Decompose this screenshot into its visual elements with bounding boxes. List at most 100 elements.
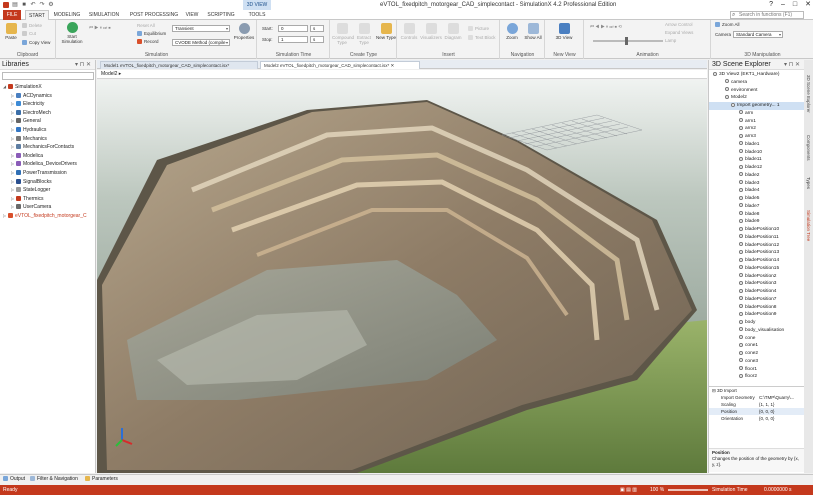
context-tab-3dview[interactable]: 3D VIEW [243,0,271,10]
customize-icon[interactable]: ⚙ [48,2,54,8]
scene-tree-item[interactable]: bladePosition2 [709,273,805,281]
tab-view[interactable]: VIEW [184,10,200,20]
pin-icon[interactable]: ▾ ⊓ ✕ [784,60,800,70]
tab-file[interactable]: FILE [3,10,21,20]
start-time-unit[interactable]: s [310,25,324,32]
search-input[interactable]: ⌕ Search in functions (F1) [730,11,804,19]
scene-tree-item[interactable]: bladePosition14 [709,257,805,265]
scene-tree-item[interactable]: blade1 [709,141,805,149]
library-tree-item[interactable]: ▷ MechanicsForContacts [0,143,96,152]
scene-tree-item[interactable]: bladePosition4 [709,288,805,296]
property-value[interactable]: C:\TMP\Quarry\... [759,394,803,401]
property-value[interactable]: {0, 0, 0} [759,408,803,415]
redo-icon[interactable]: ↷ [39,2,45,8]
side-tab-components[interactable]: Components [804,128,813,168]
scene-tree-item[interactable]: blade8 [709,211,805,219]
scene-tree-item[interactable]: blade4 [709,187,805,195]
tab-modeling[interactable]: MODELING [52,10,82,20]
side-tab-types[interactable]: Types [804,172,813,194]
animation-slider-thumb[interactable] [625,37,628,45]
scene-tree-item[interactable]: 3D View2 (EKT1_Hardware) [709,71,805,79]
expand-views-button[interactable]: Expand Views [665,30,693,36]
scene-tree-item[interactable]: blade12 [709,164,805,172]
3d-view-button[interactable]: 3D View [551,23,577,40]
scene-tree-item[interactable]: floor1 [709,366,805,374]
scene-tree-item[interactable]: blade2 [709,172,805,180]
tab-filter-navigation[interactable]: Filter & Navigation [30,475,78,483]
scene-tree-item[interactable]: bladePosition13 [709,249,805,257]
scene-tree-item[interactable]: arm3 [709,133,805,141]
new-type-button[interactable]: New Type [376,23,396,40]
animation-speed-slider[interactable] [593,40,663,42]
scene-tree-item[interactable]: arm1 [709,118,805,126]
scene-tree-item[interactable]: bladePosition12 [709,242,805,250]
library-tree-item[interactable]: ▷ Electricity [0,100,96,109]
scene-tree-item[interactable]: cone1 [709,342,805,350]
tab-tools[interactable]: TOOLS [244,10,270,20]
maximize-icon[interactable]: □ [793,0,797,10]
scene-tree-item[interactable]: camera [709,79,805,87]
scene-tree-item[interactable]: arm2 [709,125,805,133]
stop-time-unit[interactable]: s [310,36,324,43]
tab-model2[interactable]: Model2 eVTOL_fixedpitch_motorgear_CAD_si… [260,61,420,69]
property-value[interactable]: {0, 0, 0} [759,415,803,422]
property-row[interactable]: Position {0, 0, 0} [709,408,805,415]
solver-method-select[interactable]: CVODE Method (compile ▾ [172,39,230,46]
close-icon[interactable]: ✕ [805,0,811,10]
scene-tree-item[interactable]: floor2 [709,373,805,381]
equilibrium-button[interactable]: Equilibrium [137,31,166,37]
scene-tree-item[interactable]: body [709,319,805,327]
start-simulation-button[interactable]: Start Simulation [59,22,85,44]
copy-view-button[interactable]: Copy View [22,40,50,46]
cut-button[interactable]: Cut [22,31,36,37]
library-search-input[interactable] [2,72,94,80]
compound-type-button[interactable]: Compound Type [332,23,354,45]
scene-tree-item[interactable]: bladePosition8 [709,304,805,312]
scene-tree-item[interactable]: cone2 [709,350,805,358]
library-tree-item[interactable]: ◢ SimulationX [0,83,96,92]
property-row[interactable]: Scaling {1, 1, 1} [709,401,805,408]
scene-tree-item[interactable]: bladePosition10 [709,226,805,234]
scene-tree-item[interactable]: blade11 [709,156,805,164]
help-icon[interactable]: ? [769,0,773,10]
zoom-slider[interactable] [668,489,708,491]
diagram-button[interactable]: Diagram [443,23,463,40]
tab-model1[interactable]: Model1 eVTOL_fixedpitch_motorgear_CAD_si… [100,61,258,69]
tab-start[interactable]: START [25,10,49,20]
library-tree-item[interactable]: ▷ eVTOL_fixedpitch_motorgear_C [0,212,96,221]
zoom-all-button[interactable]: Zoom All [715,22,740,28]
text-block-button[interactable]: Text Block [468,35,496,41]
library-tree-item[interactable]: ▷ SignalBlocks [0,178,96,187]
side-tab-scene-explorer[interactable]: 3D Scene Explorer [804,64,813,124]
tab-parameters[interactable]: Parameters [85,475,118,483]
show-all-button[interactable]: Show All [523,23,543,40]
visualizers-button[interactable]: Visualizers [420,23,442,40]
stop-time-input[interactable]: 1 [278,36,308,43]
library-tree-item[interactable]: ▷ UserCamera [0,203,96,212]
reset-all-button[interactable]: Reset All [137,23,155,29]
property-row[interactable]: Import Geometry C:\TMP\Quarry\... [709,394,805,401]
record-button[interactable]: Record [137,39,159,45]
undo-icon[interactable]: ↶ [30,2,36,8]
3d-viewport[interactable] [97,80,707,473]
scene-tree-item[interactable]: blade10 [709,149,805,157]
delete-button[interactable]: Delete [22,23,42,29]
arrow-control-button[interactable]: Arrow Control [665,22,693,28]
property-value[interactable]: {1, 1, 1} [759,401,803,408]
extract-type-button[interactable]: Extract Type [354,23,374,45]
scene-tree-item[interactable]: Model2 [709,94,805,102]
properties-button[interactable]: Properties [233,23,255,40]
minimize-icon[interactable]: – [781,0,785,10]
scene-tree-item[interactable]: Import geometry... 1 [709,102,805,110]
library-tree-item[interactable]: ▷ ACDynamics [0,92,96,101]
library-tree-item[interactable]: ▷ PowerTransmission [0,169,96,178]
lamp-button[interactable]: Lamp [665,38,676,44]
side-tab-simulation-tree[interactable]: Simulation Tree [804,198,813,253]
scene-tree-item[interactable]: blade3 [709,180,805,188]
pin-icon[interactable]: ▾ ⊓ ✕ [75,60,91,70]
scene-tree-item[interactable]: arm [709,110,805,118]
zoom-button[interactable]: Zoom [503,23,521,40]
open-icon[interactable]: ▤ [12,2,18,8]
tab-simulation[interactable]: SIMULATION [86,10,122,20]
library-tree-item[interactable]: ▷ Thermics [0,195,96,204]
